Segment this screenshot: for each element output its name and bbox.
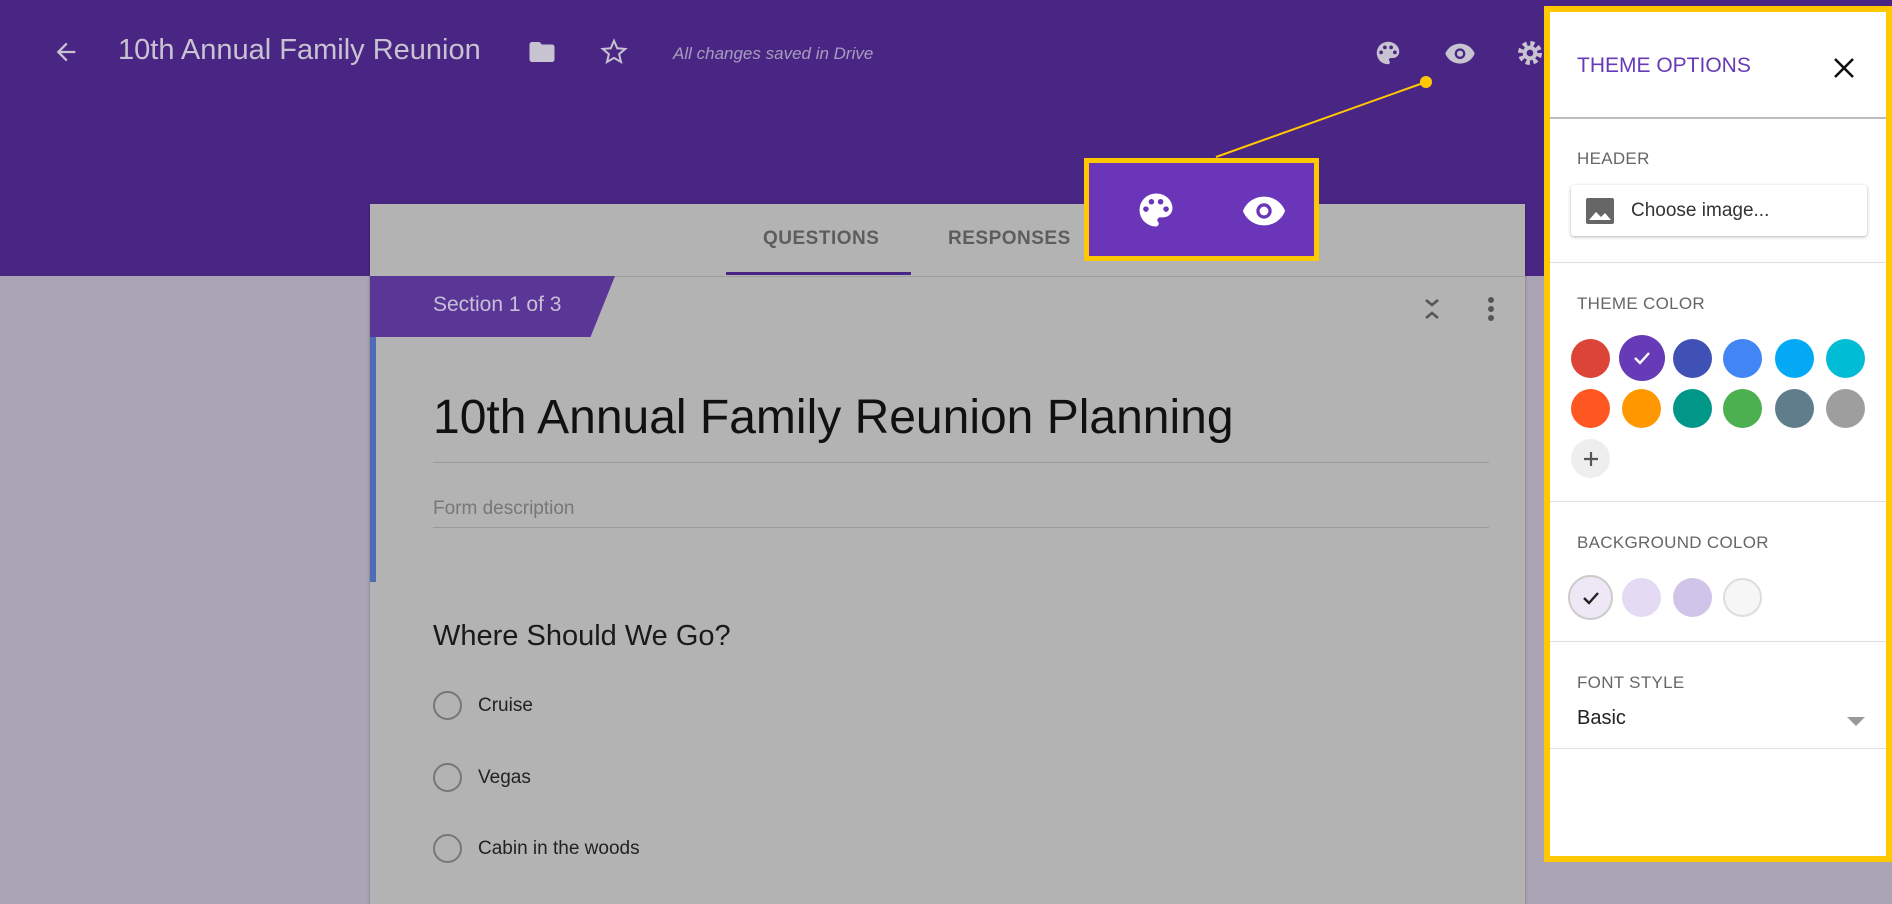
palette-icon (1133, 187, 1179, 233)
font-style-label: FONT STYLE (1577, 673, 1685, 692)
check-icon (1582, 591, 1599, 605)
highlight-callout (1084, 158, 1319, 261)
close-icon[interactable] (1828, 52, 1860, 84)
theme-options-panel: THEME OPTIONS HEADER Choose image... THE… (1544, 6, 1892, 862)
panel-title: THEME OPTIONS (1577, 54, 1751, 77)
theme-color-swatch[interactable] (1723, 339, 1762, 378)
theme-color-swatch[interactable] (1826, 389, 1865, 428)
divider (1550, 117, 1886, 119)
dropdown-arrow-icon (1847, 717, 1865, 726)
theme-color-swatch[interactable] (1622, 389, 1661, 428)
font-style-dropdown[interactable]: Basic (1571, 707, 1867, 737)
check-icon (1634, 352, 1650, 365)
add-custom-color-button[interactable] (1571, 439, 1610, 478)
background-color-swatch[interactable] (1673, 578, 1712, 617)
background-color-swatch[interactable] (1723, 578, 1762, 617)
choose-image-button[interactable]: Choose image... (1571, 185, 1867, 236)
image-icon (1585, 196, 1615, 226)
background-color-swatch[interactable] (1622, 578, 1661, 617)
divider (1550, 501, 1886, 502)
divider (1550, 748, 1886, 749)
eye-icon (1239, 187, 1289, 233)
font-style-value: Basic (1577, 707, 1626, 729)
theme-color-swatch[interactable] (1673, 389, 1712, 428)
theme-color-label: THEME COLOR (1577, 294, 1705, 313)
theme-color-swatch[interactable] (1619, 335, 1665, 381)
background-color-label: BACKGROUND COLOR (1577, 533, 1769, 552)
choose-image-label: Choose image... (1631, 200, 1770, 221)
theme-color-swatch[interactable] (1571, 339, 1610, 378)
theme-color-swatch[interactable] (1826, 339, 1865, 378)
theme-color-swatch[interactable] (1673, 339, 1712, 378)
divider (1550, 641, 1886, 642)
theme-color-swatch[interactable] (1775, 339, 1814, 378)
divider (1550, 262, 1886, 263)
theme-color-swatch[interactable] (1571, 389, 1610, 428)
theme-color-swatch[interactable] (1723, 389, 1762, 428)
header-label: HEADER (1577, 149, 1650, 168)
theme-color-swatch[interactable] (1775, 389, 1814, 428)
background-color-swatch[interactable] (1568, 575, 1613, 620)
